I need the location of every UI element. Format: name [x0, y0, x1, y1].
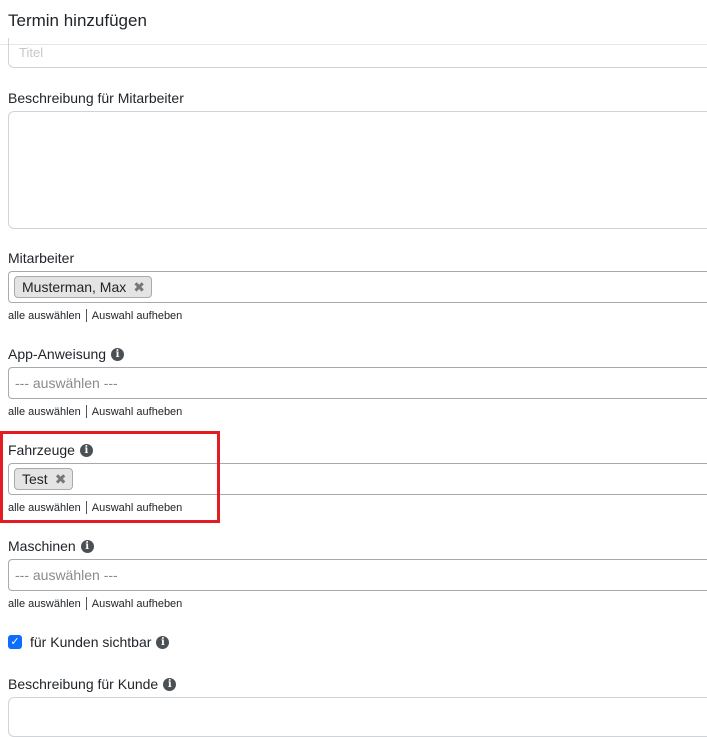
employees-label: Mitarbeiter	[8, 250, 75, 266]
modal-title: Termin hinzufügen	[8, 11, 147, 30]
vehicles-select-all-link[interactable]: alle auswählen	[8, 502, 81, 514]
customer-description-label: Beschreibung für Kunde i	[8, 676, 177, 692]
customer-description-textarea[interactable]	[8, 697, 707, 737]
title-placeholder: Titel	[19, 45, 44, 60]
employee-description-label: Beschreibung für Mitarbeiter	[8, 90, 184, 106]
link-divider	[85, 309, 87, 322]
employees-select-all-link[interactable]: alle auswählen	[8, 310, 81, 322]
vehicle-chip-label: Test	[22, 471, 48, 487]
info-icon[interactable]: i	[163, 677, 177, 691]
info-icon[interactable]: i	[111, 347, 125, 361]
vehicles-label: Fahrzeuge i	[8, 442, 93, 458]
employees-links: alle auswählen Auswahl aufheben	[8, 309, 182, 322]
vehicle-chip: Test ✖	[14, 468, 74, 490]
close-icon[interactable]: ✖	[55, 471, 67, 488]
vehicles-clear-link[interactable]: Auswahl aufheben	[92, 502, 183, 514]
vehicles-links: alle auswählen Auswahl aufheben	[8, 501, 182, 514]
employee-description-textarea[interactable]	[8, 111, 707, 229]
machines-label: Maschinen i	[8, 538, 94, 554]
close-icon[interactable]: ✖	[133, 279, 145, 296]
info-icon[interactable]: i	[80, 539, 94, 553]
app-instruction-links: alle auswählen Auswahl aufheben	[8, 405, 182, 418]
app-instruction-clear-link[interactable]: Auswahl aufheben	[92, 406, 183, 418]
machines-select-all-link[interactable]: alle auswählen	[8, 598, 81, 610]
employee-chip-label: Musterman, Max	[22, 279, 127, 295]
link-divider	[85, 405, 87, 418]
customer-visible-checkbox[interactable]: ✓	[8, 635, 22, 649]
machines-links: alle auswählen Auswahl aufheben	[8, 597, 182, 610]
title-input[interactable]: Titel	[8, 38, 707, 68]
app-instruction-select-all-link[interactable]: alle auswählen	[8, 406, 81, 418]
employees-clear-link[interactable]: Auswahl aufheben	[92, 310, 183, 322]
app-instruction-label: App-Anweisung i	[8, 346, 125, 362]
machines-placeholder: --- auswählen ---	[15, 567, 118, 583]
employee-chip: Musterman, Max ✖	[14, 276, 152, 298]
checkmark-icon: ✓	[10, 636, 20, 648]
info-icon[interactable]: i	[156, 635, 170, 649]
employees-select[interactable]: Musterman, Max ✖	[8, 271, 707, 303]
link-divider	[85, 501, 87, 514]
app-instruction-select[interactable]: --- auswählen ---	[8, 367, 707, 399]
machines-clear-link[interactable]: Auswahl aufheben	[92, 598, 183, 610]
vehicles-select[interactable]: Test ✖	[8, 463, 707, 495]
link-divider	[85, 597, 87, 610]
info-icon[interactable]: i	[79, 443, 93, 457]
app-instruction-placeholder: --- auswählen ---	[15, 375, 118, 391]
customer-visible-label: für Kunden sichtbar i	[30, 634, 170, 650]
machines-select[interactable]: --- auswählen ---	[8, 559, 707, 591]
